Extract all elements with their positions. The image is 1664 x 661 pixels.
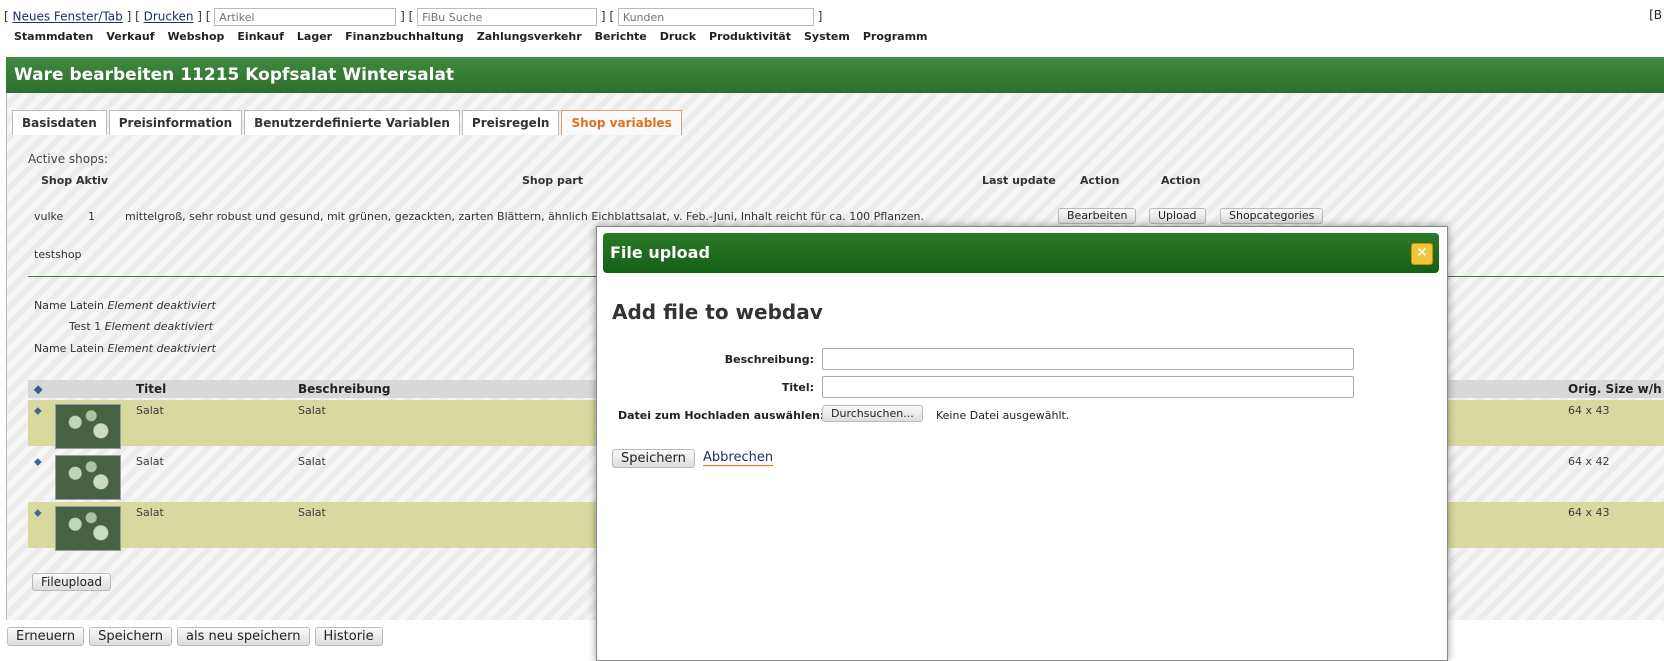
field-test-1: Test 1 Element deaktiviert (69, 320, 214, 333)
top-links: [ Neues Fenster/Tab ] [ Drucken ] [ ] [ … (4, 8, 822, 26)
dialog-title: File upload (610, 243, 710, 262)
col-beschreibung: Beschreibung (298, 382, 391, 396)
tab-shop-variables[interactable]: Shop variables (561, 110, 682, 135)
menu-system[interactable]: System (804, 30, 850, 43)
tab-preisregeln[interactable]: Preisregeln (461, 110, 560, 135)
fibu-search-input[interactable] (417, 8, 598, 26)
menu-einkauf[interactable]: Einkauf (237, 30, 283, 43)
salad-thumbnail (55, 455, 121, 500)
col-shop: Shop (41, 174, 73, 187)
dialog-title-bar: File upload ✕ (603, 233, 1439, 273)
menu-webshop[interactable]: Webshop (168, 30, 225, 43)
row-beschreibung: Salat (298, 404, 326, 417)
save-as-new-button[interactable]: als neu speichern (177, 627, 310, 646)
edit-shop-button[interactable]: Bearbeiten (1058, 208, 1137, 224)
title-input[interactable] (822, 376, 1354, 398)
top-right-fragment[interactable]: [B (1649, 8, 1662, 22)
dialog-cancel-link[interactable]: Abbrechen (703, 450, 774, 466)
col-shop-part: Shop part (522, 174, 583, 187)
drag-icon[interactable]: ⬥ (34, 455, 48, 468)
bottom-actions: Erneuern Speichern als neu speichern Histor… (7, 627, 388, 646)
row-titel: Salat (136, 404, 164, 417)
refresh-button[interactable]: Erneuern (7, 627, 85, 646)
col-action-1: Action (1080, 174, 1120, 187)
menu-produktivitaet[interactable]: Produktivität (709, 30, 791, 43)
shop-row-name: vulke (34, 210, 64, 223)
active-shops-label: Active shops: (28, 152, 109, 166)
tab-basisdaten[interactable]: Basisdaten (12, 110, 107, 135)
shop-row-name: testshop (34, 248, 82, 261)
menu-lager[interactable]: Lager (297, 30, 332, 43)
browse-button[interactable]: Durchsuchen... (822, 405, 923, 422)
row-size: 64 x 43 (1568, 506, 1610, 519)
dialog-save-button[interactable]: Speichern (612, 449, 695, 468)
field-name-latein: Name Latein Element deaktiviert (34, 299, 216, 312)
salad-thumbnail (55, 404, 121, 449)
top-bar: [ Neues Fenster/Tab ] [ Drucken ] [ ] [ … (0, 0, 1664, 52)
tab-benutzerdefinierte-variablen[interactable]: Benutzerdefinierte Variablen (244, 110, 460, 135)
row-size: 64 x 42 (1568, 455, 1610, 468)
file-select-label: Datei zum Hochladen auswählen: (618, 409, 825, 422)
page-title: Ware bearbeiten 11215 Kopfsalat Wintersa… (6, 57, 1664, 93)
col-aktiv: Aktiv (76, 174, 109, 187)
tab-bar: Basisdaten Preisinformation Benutzerdefini… (12, 110, 684, 135)
close-icon[interactable]: ✕ (1411, 243, 1433, 265)
col-orig-size: Orig. Size w/h (1568, 382, 1662, 396)
menu-verkauf[interactable]: Verkauf (106, 30, 154, 43)
new-window-link[interactable]: Neues Fenster/Tab (13, 10, 123, 24)
menu-stammdaten[interactable]: Stammdaten (14, 30, 93, 43)
drag-icon[interactable]: ⬥ (34, 404, 48, 417)
row-size: 64 x 43 (1568, 404, 1610, 417)
shop-row-part: mittelgroß, sehr robust und gesund, mit … (125, 210, 924, 223)
description-input[interactable] (822, 348, 1354, 370)
no-file-text: Keine Datei ausgewählt. (936, 409, 1070, 422)
sort-icon[interactable]: ⬥ (34, 382, 42, 397)
menu-druck[interactable]: Druck (660, 30, 696, 43)
row-titel: Salat (136, 506, 164, 519)
main-menu: Stammdaten Verkauf Webshop Einkauf Lager Fina… (14, 30, 941, 43)
salad-thumbnail (55, 506, 121, 551)
history-button[interactable]: Historie (314, 627, 383, 646)
menu-programm[interactable]: Programm (863, 30, 928, 43)
article-search-input[interactable] (214, 8, 397, 26)
field-name-latein-2: Name Latein Element deaktiviert (34, 342, 216, 355)
print-link[interactable]: Drucken (144, 10, 194, 24)
menu-berichte[interactable]: Berichte (595, 30, 647, 43)
menu-zahlungsverkehr[interactable]: Zahlungsverkehr (477, 30, 582, 43)
upload-shop-button[interactable]: Upload (1149, 208, 1206, 224)
row-beschreibung: Salat (298, 455, 326, 468)
menu-finanzbuchhaltung[interactable]: Finanzbuchhaltung (345, 30, 464, 43)
file-upload-dialog: File upload ✕ Add file to webdav Beschre… (596, 226, 1448, 661)
drag-icon[interactable]: ⬥ (34, 506, 48, 519)
shopcategories-button[interactable]: Shopcategories (1220, 208, 1324, 224)
row-titel: Salat (136, 455, 164, 468)
col-action-2: Action (1161, 174, 1201, 187)
customers-search-input[interactable] (617, 8, 814, 26)
col-last-update: Last update (982, 174, 1056, 187)
col-titel: Titel (136, 382, 167, 396)
save-button[interactable]: Speichern (89, 627, 173, 646)
tab-preisinformation[interactable]: Preisinformation (108, 110, 243, 135)
shop-row-aktiv: 1 (88, 210, 95, 223)
dialog-heading: Add file to webdav (612, 300, 823, 324)
fileupload-button[interactable]: Fileupload (32, 573, 111, 591)
row-beschreibung: Salat (298, 506, 326, 519)
title-label: Titel: (781, 381, 814, 394)
description-label: Beschreibung: (724, 353, 814, 366)
